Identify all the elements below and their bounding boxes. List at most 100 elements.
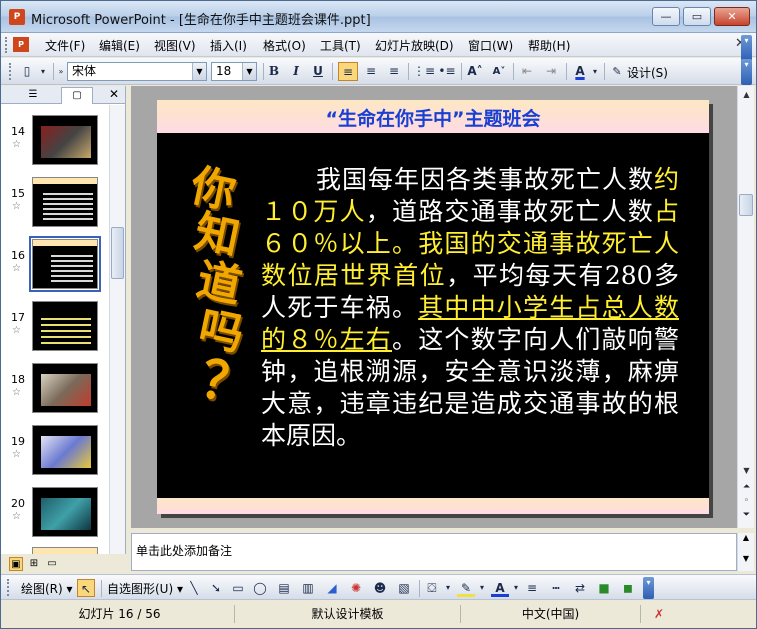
thumbnail-row[interactable]: 20 ☆ (1, 483, 109, 543)
3d-style-icon[interactable]: ◼ (619, 579, 637, 597)
insert-picture-icon[interactable]: ▧ (395, 579, 413, 597)
clip-art-icon[interactable]: ☻ (371, 579, 389, 597)
menu-edit[interactable]: 编辑(E) (99, 37, 140, 54)
menu-file[interactable]: 文件(F) (45, 37, 85, 54)
bold-button[interactable]: B (264, 62, 284, 81)
normal-view-icon[interactable]: ▣ (9, 557, 23, 571)
line-style-icon[interactable]: ≡ (523, 579, 541, 597)
menu-format[interactable]: 格式(O) (263, 37, 306, 54)
align-right-icon[interactable]: ≡ (384, 62, 404, 81)
font-color-chevron-icon[interactable]: ▾ (590, 62, 600, 81)
decrease-indent-icon[interactable]: ⇤ (517, 62, 537, 81)
select-pointer-icon[interactable]: ↖ (77, 579, 95, 597)
slide-sorter-icon[interactable]: ⊞ (27, 557, 41, 571)
text-box-icon[interactable]: ▤ (275, 579, 293, 597)
scrollbar-thumb[interactable] (111, 227, 124, 279)
slide-thumbnail[interactable] (32, 115, 98, 165)
slide-thumbnail[interactable] (32, 363, 98, 413)
slide-thumbnail[interactable] (32, 301, 98, 351)
italic-button[interactable]: I (286, 62, 306, 81)
chevron-down-icon[interactable]: ▼ (242, 63, 256, 80)
oval-icon[interactable]: ◯ (251, 579, 269, 597)
menu-slideshow[interactable]: 幻灯片放映(D) (375, 37, 454, 54)
underline-button[interactable]: U (308, 62, 328, 81)
slide-thumbnail[interactable] (32, 487, 98, 537)
slide-thumbnail[interactable] (32, 547, 98, 554)
dash-style-icon[interactable]: ┅ (547, 579, 565, 597)
vertical-text-box-icon[interactable]: ▥ (299, 579, 317, 597)
font-color-icon[interactable]: A (491, 579, 509, 597)
slide-body-text[interactable]: 我国每年因各类事故死亡人数约１０万人，道路交通事故死亡人数占６０％以上。我国的交… (261, 164, 679, 452)
menu-help[interactable]: 帮助(H) (528, 37, 570, 54)
menu-options-chevron-icon[interactable]: ▾ (741, 35, 752, 61)
thumbnail-row[interactable] (1, 545, 109, 554)
next-slide-icon[interactable]: ⏷ (739, 508, 754, 522)
spelling-check-icon[interactable]: ✗ (647, 605, 671, 623)
scrollbar-thumb[interactable] (739, 194, 753, 216)
slide-thumbnail[interactable] (32, 425, 98, 475)
shrink-font-button[interactable]: A˅ (489, 62, 509, 81)
menu-insert[interactable]: 插入(I) (210, 37, 247, 54)
numbering-icon[interactable]: ⋮≡ (413, 62, 435, 81)
toolbar-grip[interactable] (9, 63, 12, 80)
more-buttons-chevron-icon[interactable]: » (56, 62, 66, 81)
pane-close-icon[interactable]: ✕ (109, 87, 119, 101)
autoshapes-menu-button[interactable]: 自选图形(U) ▾ (107, 580, 183, 597)
draw-menu-button[interactable]: 绘图(R) ▾ (21, 580, 73, 597)
tab-slides[interactable]: ▢ (61, 87, 93, 104)
slide-thumbnail[interactable] (32, 177, 98, 227)
rectangle-icon[interactable]: ▭ (229, 579, 247, 597)
thumbnail-row[interactable]: 15 ☆ (1, 173, 109, 233)
scroll-down-icon[interactable]: ▼ (738, 554, 754, 563)
document-icon[interactable]: P (13, 37, 29, 52)
arrow-icon[interactable]: ➘ (207, 579, 225, 597)
new-dropdown-chevron-icon[interactable]: ▾ (37, 62, 49, 81)
line-color-chevron-icon[interactable]: ▾ (477, 579, 487, 597)
thumbnail-row[interactable]: 19 ☆ (1, 421, 109, 481)
toolbar-options-chevron-icon[interactable]: ▾ (741, 59, 752, 85)
restore-button[interactable]: ▭ (683, 7, 711, 26)
scroll-up-icon[interactable]: ▲ (738, 533, 754, 542)
menu-window[interactable]: 窗口(W) (468, 37, 513, 54)
increase-indent-icon[interactable]: ⇥ (541, 62, 561, 81)
chevron-down-icon[interactable]: ▼ (192, 63, 206, 80)
current-slide[interactable]: “生命在你手中”主题班会 你 知 道 吗 ？ 我国每年因各类事故死亡人数约１０万… (157, 100, 709, 514)
previous-slide-icon[interactable]: ⏶ (739, 480, 754, 494)
slide-title[interactable]: “生命在你手中”主题班会 (157, 104, 709, 131)
select-object-icon[interactable]: ◦ (739, 494, 754, 508)
thumbnails-scrollbar[interactable] (109, 105, 125, 554)
font-color-chevron-icon[interactable]: ▾ (511, 579, 521, 597)
design-template-status[interactable]: 默认设计模板 (235, 605, 461, 623)
thumbnail-row[interactable]: 14 ☆ (1, 111, 109, 171)
line-icon[interactable]: ╲ (185, 579, 203, 597)
fill-color-icon[interactable]: ⛋ (423, 579, 441, 597)
scroll-up-icon[interactable]: ▲ (739, 87, 754, 102)
notes-pane[interactable]: 单击此处添加备注 (131, 533, 737, 571)
arrow-style-icon[interactable]: ⇄ (571, 579, 589, 597)
grow-font-button[interactable]: A˄ (465, 62, 485, 81)
slide-scrollbar[interactable]: ▲ ▼ ⏶ ◦ ⏷ (737, 86, 754, 528)
font-size-combo[interactable]: 18 ▼ (211, 62, 257, 81)
slide-thumbnail-selected[interactable] (29, 236, 101, 292)
line-color-icon[interactable]: ✎ (457, 579, 475, 597)
menu-view[interactable]: 视图(V) (154, 37, 196, 54)
slideshow-view-icon[interactable]: ▭ (45, 557, 59, 571)
menu-grip[interactable] (5, 37, 8, 53)
align-center-icon[interactable]: ≡ (361, 62, 381, 81)
thumbnail-row[interactable]: 17 ☆ (1, 297, 109, 357)
fill-color-chevron-icon[interactable]: ▾ (443, 579, 453, 597)
close-button[interactable]: ✕ (714, 7, 750, 26)
new-document-icon[interactable]: ▯ (17, 62, 37, 81)
font-name-combo[interactable]: 宋体 ▼ (67, 62, 207, 81)
scroll-down-icon[interactable]: ▼ (739, 463, 754, 478)
align-left-icon[interactable]: ≡ (338, 62, 358, 81)
tab-outline[interactable]: ☰ (17, 87, 49, 104)
notes-placeholder[interactable]: 单击此处添加备注 (136, 542, 232, 559)
wordart-graphic[interactable]: 你 知 道 吗 ？ (185, 160, 259, 419)
diagram-icon[interactable]: ✺ (347, 579, 365, 597)
minimize-button[interactable]: — (652, 7, 680, 26)
language-status[interactable]: 中文(中国) (461, 605, 641, 623)
design-button[interactable]: 设计(S) (627, 64, 668, 81)
shadow-style-icon[interactable]: ■ (595, 579, 613, 597)
thumbnail-row[interactable]: 18 ☆ (1, 359, 109, 419)
